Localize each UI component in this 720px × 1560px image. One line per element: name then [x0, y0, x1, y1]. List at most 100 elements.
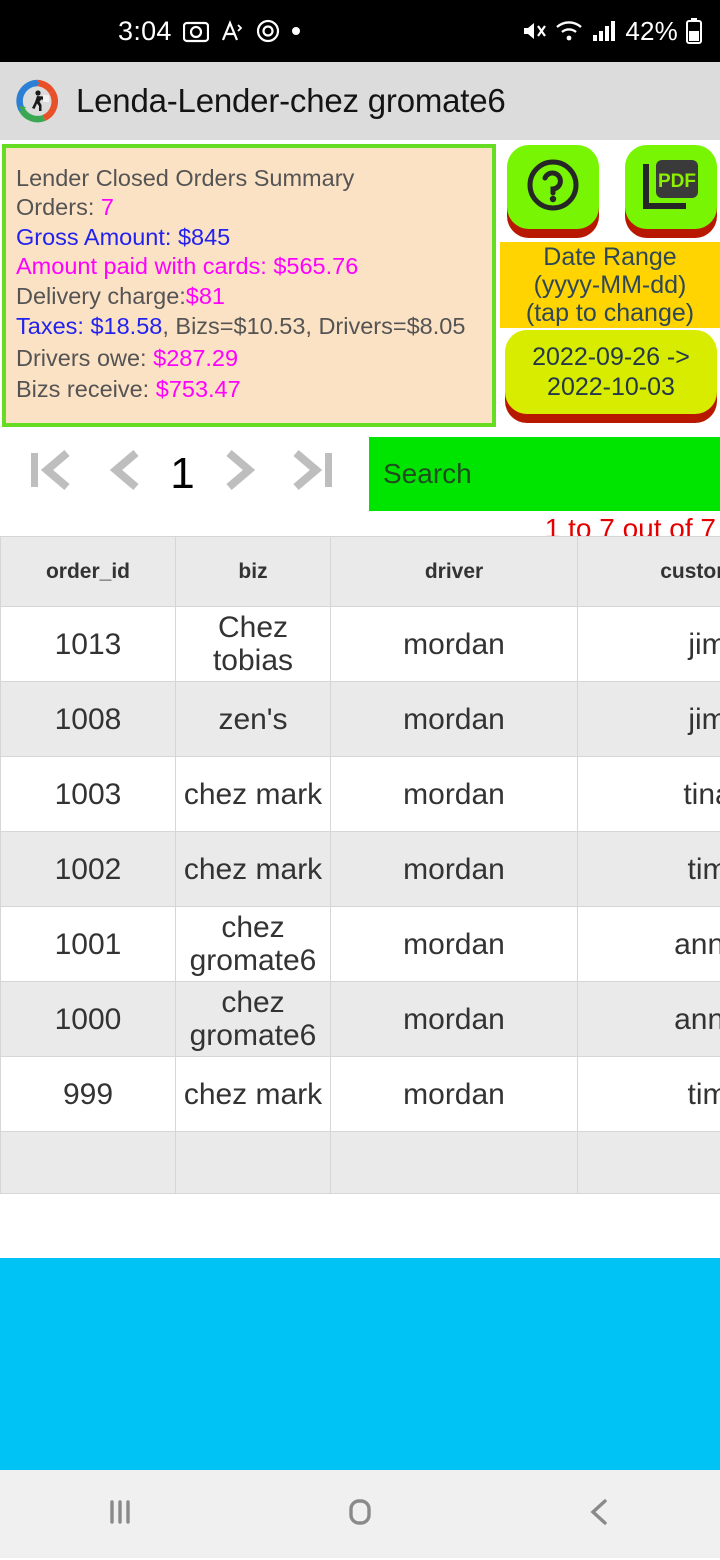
taxes-label: Taxes: [16, 313, 91, 340]
taxes-breakdown: , Bizs=$10.53, Drivers=$8.05 [162, 313, 466, 340]
cell-customer: jim [577, 606, 720, 682]
cell-customer: tina [577, 756, 720, 832]
cards-value: $565.76 [273, 253, 359, 280]
status-bar-right: 42% [521, 16, 702, 47]
column-header-driver[interactable]: driver [330, 536, 578, 607]
cell-biz: chez gromate6 [175, 981, 331, 1057]
font-size-icon [220, 19, 244, 43]
gross-value: $845 [177, 223, 231, 250]
cell-customer: jim [577, 681, 720, 757]
cell-order-id: 1008 [0, 681, 176, 757]
drivers-owe-value: $287.29 [153, 344, 239, 371]
alarm-icon [255, 18, 281, 44]
mute-icon [521, 19, 547, 43]
table-row[interactable]: 1008 zen's mordan jim [0, 681, 720, 757]
summary-taxes: Taxes: $18.58, Bizs=$10.53, Drivers=$8.0… [16, 311, 492, 342]
summary-delivery: Delivery charge:$81 [16, 282, 492, 311]
app-bar: Lenda-Lender-chez gromate6 [0, 62, 720, 140]
cell-empty [175, 1131, 331, 1194]
first-page-button[interactable] [25, 445, 81, 504]
cell-order-id: 1000 [0, 981, 176, 1057]
column-header-customer[interactable]: customer [577, 536, 720, 607]
date-range-label: Date Range (yyyy-MM-dd) (tap to change) [500, 242, 720, 328]
date-from: 2022-09-26 -> [532, 343, 690, 371]
pdf-icon: PDF [640, 156, 702, 219]
content-spacer [0, 1194, 720, 1258]
battery-icon [686, 18, 702, 44]
table-row-empty [0, 1131, 720, 1194]
battery-percent: 42% [625, 15, 678, 46]
cell-empty [0, 1131, 176, 1194]
summary-bizs-receive: Bizs receive: $753.47 [16, 374, 492, 405]
search-input[interactable] [369, 437, 720, 511]
taxes-value: $18.58 [90, 313, 163, 340]
signal-icon [591, 20, 617, 42]
summary-orders: Orders: 7 [16, 193, 492, 222]
orders-table: order_id biz driver customer 1013 Chez t… [0, 536, 720, 1194]
cell-driver: mordan [330, 831, 578, 907]
table-row[interactable]: 1003 chez mark mordan tina [0, 756, 720, 832]
help-button[interactable] [507, 145, 599, 229]
bizs-receive-value: $753.47 [155, 375, 241, 402]
orders-table-container: order_id biz driver customer 1013 Chez t… [0, 536, 720, 1194]
table-row[interactable]: 1001 chez gromate6 mordan anna [0, 906, 720, 982]
date-range-format: (yyyy-MM-dd) [533, 270, 687, 299]
cell-order-id: 999 [0, 1056, 176, 1132]
cell-order-id: 1002 [0, 831, 176, 907]
prev-page-button[interactable] [104, 445, 148, 504]
date-range-button[interactable]: 2022-09-26 -> 2022-10-03 [505, 330, 717, 414]
cell-order-id: 1003 [0, 756, 176, 832]
cell-driver: mordan [330, 906, 578, 982]
table-row[interactable]: 1013 Chez tobias mordan jim [0, 606, 720, 682]
table-row[interactable]: 999 chez mark mordan tim [0, 1056, 720, 1132]
cell-empty [330, 1131, 578, 1194]
cell-order-id: 1013 [0, 606, 176, 682]
phone-screen: 3:04 42% Lenda-Lender-chez gromate6 Lend… [0, 0, 720, 1560]
next-page-button[interactable] [217, 445, 261, 504]
cell-order-id: 1001 [0, 906, 176, 982]
svg-text:PDF: PDF [658, 171, 696, 192]
back-icon[interactable] [578, 1492, 622, 1537]
column-header-order-id[interactable]: order_id [0, 536, 176, 607]
summary-heading: Lender Closed Orders Summary [16, 165, 355, 191]
clock: 3:04 [118, 15, 172, 46]
lenda-runner-logo [14, 78, 60, 124]
bizs-receive-label: Bizs receive: [16, 375, 156, 402]
cell-driver: mordan [330, 756, 578, 832]
cell-driver: mordan [330, 1056, 578, 1132]
table-header-row: order_id biz driver customer [0, 536, 720, 607]
orders-value: 7 [100, 194, 114, 221]
date-range-title: Date Range [543, 242, 677, 271]
cell-customer: tim [577, 1056, 720, 1132]
delivery-label: Delivery charge: [16, 282, 186, 309]
cell-empty [577, 1131, 720, 1194]
bottom-banner [0, 1258, 720, 1470]
current-page-number: 1 [170, 449, 195, 498]
delivery-value: $81 [185, 282, 226, 309]
pdf-export-button[interactable]: PDF [625, 145, 717, 229]
cell-biz: Chez tobias [175, 606, 331, 682]
table-row[interactable]: 1002 chez mark mordan tim [0, 831, 720, 907]
column-header-biz[interactable]: biz [175, 536, 331, 607]
drivers-owe-label: Drivers owe: [16, 344, 154, 371]
lender-summary-panel: Lender Closed Orders Summary Orders: 7 G… [2, 144, 496, 427]
cell-customer: anna [577, 981, 720, 1057]
gross-label: Gross Amount: [16, 223, 178, 250]
last-page-button[interactable] [284, 445, 340, 504]
table-row[interactable]: 1000 chez gromate6 mordan anna [0, 981, 720, 1057]
cell-biz: chez mark [175, 831, 331, 907]
wifi-icon [555, 20, 583, 42]
home-icon[interactable] [338, 1492, 382, 1537]
recents-icon[interactable] [98, 1492, 142, 1537]
cell-driver: mordan [330, 981, 578, 1057]
summary-section: Lender Closed Orders Summary Orders: 7 G… [0, 140, 720, 431]
summary-cards: Amount paid with cards: $565.76 [16, 252, 492, 281]
cell-biz: chez mark [175, 1056, 331, 1132]
summary-gross: Gross Amount: $845 [16, 223, 492, 252]
camera-icon [182, 19, 209, 43]
status-bar: 3:04 42% [0, 0, 720, 62]
status-bar-left: 3:04 [118, 16, 300, 47]
date-range-hint: (tap to change) [525, 299, 695, 328]
pager-section: 1 1 to 7 out of 7 [0, 431, 720, 544]
table-body: 1013 Chez tobias mordan jim 1008 zen's m… [0, 606, 720, 1194]
